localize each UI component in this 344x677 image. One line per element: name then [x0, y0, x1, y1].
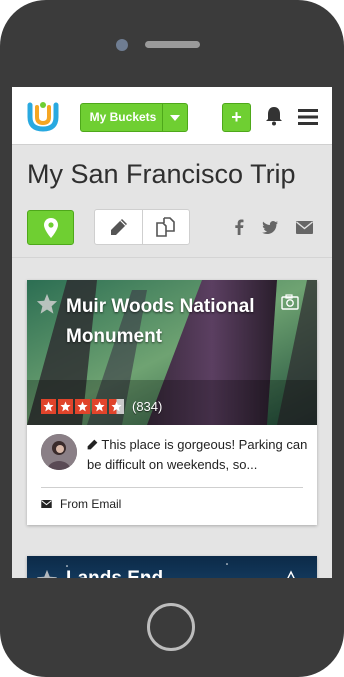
card-divider — [41, 487, 303, 488]
edit-button[interactable] — [95, 210, 143, 244]
copy-icon — [156, 217, 175, 237]
pencil-icon — [87, 439, 98, 450]
comment: This place is gorgeous! Parking can be d… — [87, 435, 309, 475]
page-title: My San Francisco Trip — [27, 159, 296, 189]
my-buckets-button[interactable]: My Buckets — [80, 103, 188, 132]
rating-star-icon — [58, 398, 73, 414]
map-marker-icon — [43, 217, 58, 238]
chevron-down-icon[interactable] — [162, 104, 187, 131]
avatar[interactable] — [41, 434, 77, 470]
hamburger-menu-icon[interactable] — [298, 108, 318, 126]
place-card[interactable]: Lands End — [27, 556, 317, 578]
place-title[interactable]: Muir Woods National Monument — [66, 292, 276, 352]
bell-icon[interactable] — [264, 106, 284, 126]
top-navigation-bar: My Buckets + — [12, 87, 332, 145]
envelope-icon — [41, 500, 52, 508]
app-screen: My Buckets + My San Francisco Trip Muir … — [12, 87, 332, 578]
envelope-icon[interactable] — [295, 218, 313, 236]
section-divider — [12, 257, 332, 258]
place-photo[interactable]: Muir Woods National Monument (834) — [27, 280, 317, 425]
add-button[interactable]: + — [222, 103, 251, 132]
comment-text: This place is gorgeous! Parking can be d… — [87, 437, 308, 472]
star-icon[interactable] — [36, 569, 58, 578]
location-button[interactable] — [27, 210, 74, 245]
pencil-icon — [110, 219, 127, 235]
front-camera — [116, 39, 128, 51]
camera-icon[interactable] — [281, 294, 299, 310]
rating-stars: (834) — [41, 398, 162, 414]
rating-count: (834) — [132, 398, 163, 414]
source-text: From Email — [60, 497, 122, 511]
source-label: From Email — [41, 497, 121, 511]
edit-actions-group — [94, 209, 190, 245]
rating-half-star-icon — [109, 398, 124, 414]
home-button[interactable] — [147, 603, 195, 651]
place-title[interactable]: Lands End — [66, 568, 163, 578]
place-card[interactable]: Muir Woods National Monument (834) This … — [27, 280, 317, 525]
facebook-icon[interactable] — [230, 218, 248, 236]
phone-frame: My Buckets + My San Francisco Trip Muir … — [0, 0, 344, 677]
app-logo[interactable] — [26, 99, 60, 133]
rating-star-icon — [75, 398, 90, 414]
rating-star-icon — [41, 398, 56, 414]
star-icon[interactable] — [36, 293, 58, 315]
my-buckets-label: My Buckets — [89, 110, 157, 124]
scenic-icon — [287, 570, 295, 578]
twitter-icon[interactable] — [261, 218, 279, 236]
speaker-grille — [145, 41, 200, 48]
rating-star-icon — [92, 398, 107, 414]
copy-button[interactable] — [143, 210, 189, 244]
